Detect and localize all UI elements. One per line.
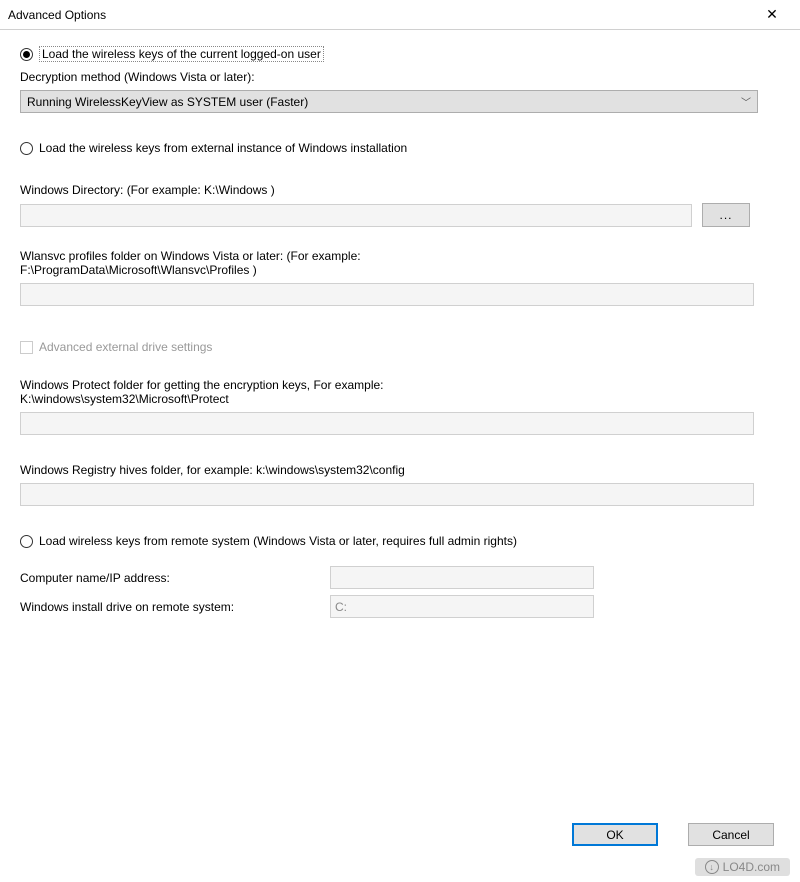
remote-drive-label: Windows install drive on remote system: bbox=[20, 600, 330, 614]
advanced-external-checkbox[interactable]: Advanced external drive settings bbox=[20, 340, 780, 354]
wlansvc-folder-label: Wlansvc profiles folder on Windows Vista… bbox=[20, 249, 500, 277]
dialog-content: Load the wireless keys of the current lo… bbox=[0, 30, 800, 640]
registry-folder-input[interactable] bbox=[20, 483, 754, 506]
radio-option-current-user[interactable]: Load the wireless keys of the current lo… bbox=[20, 46, 780, 62]
registry-folder-label: Windows Registry hives folder, for examp… bbox=[20, 463, 780, 477]
watermark-icon: ↓ bbox=[705, 860, 719, 874]
watermark: ↓ LO4D.com bbox=[695, 858, 790, 876]
decryption-method-label: Decryption method (Windows Vista or late… bbox=[20, 70, 780, 84]
browse-button[interactable]: ... bbox=[702, 203, 750, 227]
windows-directory-label: Windows Directory: (For example: K:\Wind… bbox=[20, 183, 780, 197]
ok-label: OK bbox=[606, 828, 623, 842]
close-button[interactable]: ✕ bbox=[752, 0, 792, 30]
window-title: Advanced Options bbox=[8, 8, 752, 22]
windows-directory-input[interactable] bbox=[20, 204, 692, 227]
computer-name-label: Computer name/IP address: bbox=[20, 571, 330, 585]
decryption-method-dropdown[interactable]: Running WirelessKeyView as SYSTEM user (… bbox=[20, 90, 758, 113]
advanced-external-label: Advanced external drive settings bbox=[39, 340, 212, 354]
radio-label-current-user: Load the wireless keys of the current lo… bbox=[39, 46, 324, 62]
radio-icon bbox=[20, 48, 33, 61]
radio-option-external[interactable]: Load the wireless keys from external ins… bbox=[20, 141, 780, 155]
dropdown-selected-value: Running WirelessKeyView as SYSTEM user (… bbox=[27, 95, 741, 109]
protect-folder-label: Windows Protect folder for getting the e… bbox=[20, 378, 520, 406]
chevron-down-icon: ﹀ bbox=[741, 94, 751, 109]
checkbox-icon bbox=[20, 341, 33, 354]
radio-label-remote: Load wireless keys from remote system (W… bbox=[39, 534, 517, 548]
computer-name-input[interactable] bbox=[330, 566, 594, 589]
cancel-label: Cancel bbox=[712, 828, 749, 842]
radio-label-external: Load the wireless keys from external ins… bbox=[39, 141, 407, 155]
dialog-buttons: OK Cancel bbox=[572, 823, 774, 846]
close-icon: ✕ bbox=[766, 6, 778, 23]
watermark-text: LO4D.com bbox=[723, 860, 780, 874]
ok-button[interactable]: OK bbox=[572, 823, 658, 846]
ellipsis-icon: ... bbox=[719, 208, 732, 222]
radio-option-remote[interactable]: Load wireless keys from remote system (W… bbox=[20, 534, 780, 548]
remote-drive-input[interactable] bbox=[330, 595, 594, 618]
titlebar: Advanced Options ✕ bbox=[0, 0, 800, 30]
protect-folder-input[interactable] bbox=[20, 412, 754, 435]
radio-icon bbox=[20, 535, 33, 548]
cancel-button[interactable]: Cancel bbox=[688, 823, 774, 846]
radio-icon bbox=[20, 142, 33, 155]
wlansvc-folder-input[interactable] bbox=[20, 283, 754, 306]
